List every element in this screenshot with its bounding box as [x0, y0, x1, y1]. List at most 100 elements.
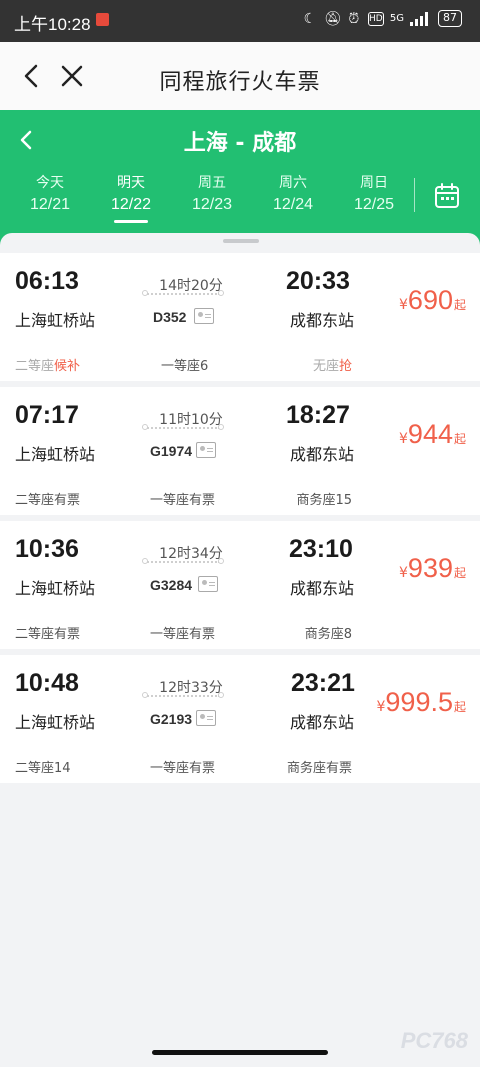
arrival-time: 23:21: [291, 669, 355, 697]
id-card-icon: [194, 308, 214, 324]
hd-icon: HD: [367, 11, 384, 26]
seat-name: 一等座: [161, 359, 201, 374]
seat-class-1: 二等座有票: [15, 489, 80, 508]
date-divider: [414, 178, 415, 212]
arrival-station: 成都东站: [290, 579, 355, 598]
seat-class-1: 二等座有票: [15, 623, 80, 642]
route-dot: [218, 558, 224, 564]
arrival-station: 成都东站: [290, 713, 355, 732]
date-tab-weekday: 周六: [279, 175, 307, 191]
price-value: 999.5: [385, 687, 453, 717]
route-line: [144, 561, 220, 563]
seat-status: 6: [200, 359, 209, 374]
price-currency: ¥: [399, 565, 408, 581]
train-card[interactable]: 10:36 上海虹桥站 12时34分 G3284 23:10 成都东站 ¥939…: [0, 521, 480, 649]
route-line: [144, 427, 220, 429]
train-number: G3284: [150, 577, 193, 593]
id-card-icon: [196, 710, 216, 726]
date-tab-1[interactable]: 明天 12/22: [98, 174, 164, 223]
train-number: G2193: [150, 711, 193, 727]
status-icons: ☾ 🔕︎ ⏰︎ HD 5G 87: [302, 10, 462, 27]
route-header: 上海 - 成都 今天 12/21 明天 12/22 周五 12/23 周六 12…: [0, 110, 480, 250]
seat-name: 二等座: [15, 627, 55, 642]
arrival-station: 成都东站: [290, 311, 355, 330]
route-dot: [142, 424, 148, 430]
home-indicator[interactable]: [152, 1050, 328, 1055]
seat-status: 有票: [189, 761, 216, 776]
seat-status: 有票: [325, 761, 352, 776]
train-card[interactable]: 07:17 上海虹桥站 11时10分 G1974 18:27 成都东站 ¥944…: [0, 387, 480, 515]
moon-icon: ☾: [303, 10, 317, 27]
seat-class-2: 一等座6: [161, 355, 208, 374]
seat-status: 有票: [189, 627, 216, 642]
network-label: 5G: [389, 13, 404, 24]
seat-status: 14: [54, 761, 71, 776]
seat-status: 候补: [54, 359, 81, 374]
arrival-time: 20:33: [286, 267, 350, 295]
status-bar: 上午10:28 ☾ 🔕︎ ⏰︎ HD 5G 87: [0, 0, 480, 42]
battery-icon: 87: [438, 10, 462, 27]
train-list[interactable]: 06:13 上海虹桥站 14时20分 D352 20:33 成都东站 ¥690起…: [0, 233, 480, 1067]
route-dot: [218, 290, 224, 296]
departure-station: 上海虹桥站: [15, 445, 96, 464]
seat-status: 有票: [189, 493, 216, 508]
seat-status: 8: [343, 627, 352, 642]
departure-station: 上海虹桥站: [15, 311, 96, 330]
price: ¥939起: [399, 553, 466, 584]
seat-class-2: 一等座有票: [150, 757, 215, 776]
seat-class-1: 二等座14: [15, 757, 71, 776]
price-currency: ¥: [399, 431, 408, 447]
price-value: 939: [407, 553, 453, 583]
date-tab-date: 12/22: [110, 196, 152, 213]
departure-time: 07:17: [15, 401, 79, 429]
seat-name: 无座: [312, 359, 339, 374]
seat-name: 一等座: [150, 493, 190, 508]
departure-station: 上海虹桥站: [15, 579, 96, 598]
departure-time: 10:48: [15, 669, 79, 697]
price: ¥999.5起: [376, 687, 466, 718]
date-tab-weekday: 周五: [198, 175, 226, 191]
seat-status: 抢: [338, 359, 352, 374]
price-suffix: 起: [453, 432, 466, 446]
drag-handle[interactable]: [223, 239, 259, 243]
mute-icon: 🔕︎: [323, 10, 342, 27]
date-tab-3[interactable]: 周六 12/24: [260, 174, 326, 216]
page-title: 同程旅行火车票: [159, 70, 321, 95]
seat-name: 一等座: [150, 627, 190, 642]
train-number: D352: [153, 309, 187, 325]
calendar-icon[interactable]: [433, 182, 461, 210]
arrival-time: 23:10: [289, 535, 353, 563]
date-tab-0[interactable]: 今天 12/21: [17, 174, 83, 216]
seat-name: 二等座: [15, 359, 55, 374]
arrival-time: 18:27: [286, 401, 350, 429]
departure-time: 06:13: [15, 267, 79, 295]
duration: 11时10分: [159, 412, 223, 428]
seat-class-2: 一等座有票: [150, 489, 215, 508]
train-card[interactable]: 10:48 上海虹桥站 12时33分 G2193 23:21 成都东站 ¥999…: [0, 655, 480, 783]
seat-name: 商务座: [296, 493, 336, 508]
seat-name: 一等座: [150, 761, 190, 776]
id-card-icon: [196, 442, 216, 458]
price-suffix: 起: [453, 298, 466, 312]
seat-status: 有票: [54, 493, 81, 508]
seat-status: 有票: [54, 627, 81, 642]
train-card[interactable]: 06:13 上海虹桥站 14时20分 D352 20:33 成都东站 ¥690起…: [0, 253, 480, 381]
nav-header: 同程旅行火车票: [0, 42, 480, 110]
duration: 12时34分: [159, 546, 223, 562]
route-dot: [142, 290, 148, 296]
seat-class-1: 二等座候补: [15, 355, 80, 374]
departure-station: 上海虹桥站: [15, 713, 96, 732]
seat-class-2: 一等座有票: [150, 623, 215, 642]
date-tab-weekday: 周日: [360, 175, 388, 191]
route-dot: [218, 424, 224, 430]
active-date-underline: [114, 220, 148, 223]
route-dot: [218, 692, 224, 698]
arrival-station: 成都东站: [290, 445, 355, 464]
date-tab-4[interactable]: 周日 12/25: [341, 174, 407, 216]
price-value: 944: [407, 419, 453, 449]
duration: 14时20分: [159, 278, 223, 294]
date-tab-weekday: 明天: [117, 175, 145, 191]
seat-status: 15: [335, 493, 352, 508]
id-card-icon: [198, 576, 218, 592]
date-tab-2[interactable]: 周五 12/23: [179, 174, 245, 216]
